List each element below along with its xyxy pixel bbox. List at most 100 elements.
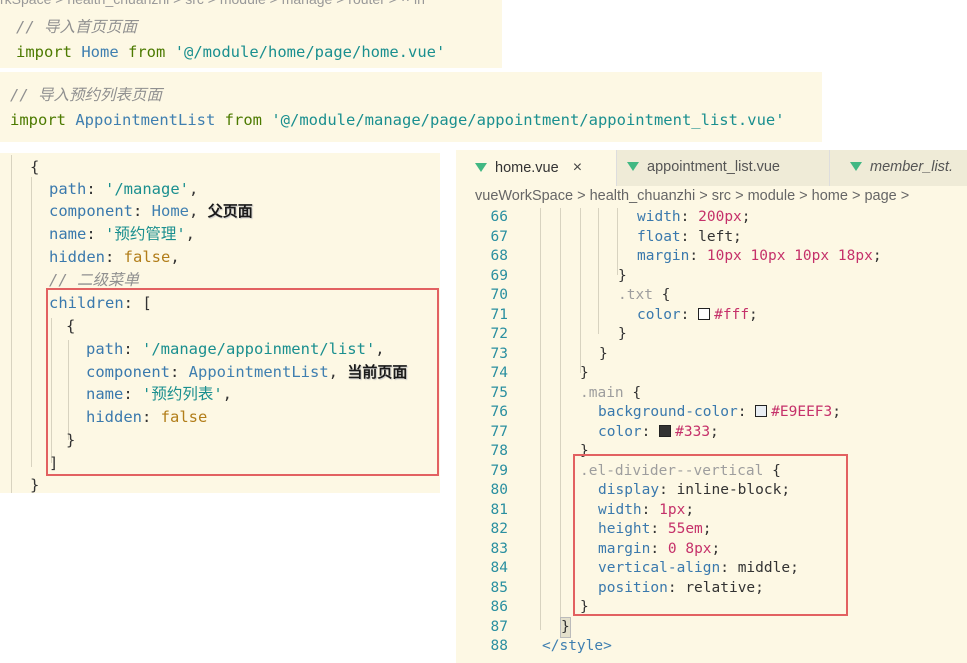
css-value: 18 <box>837 248 856 264</box>
line-number: 66 <box>490 209 508 225</box>
line-number: 75 <box>490 384 508 401</box>
tab-member-list[interactable]: member_list. <box>829 150 967 186</box>
import-home-line: import Home from '@/module/home/page/hom… <box>16 42 445 62</box>
line-number: 85 <box>490 579 508 596</box>
open-brace: { <box>661 287 671 303</box>
css-value: 10 <box>706 248 725 264</box>
line-number: 68 <box>490 248 508 264</box>
code-line-74: } <box>580 365 589 381</box>
css-property: width <box>637 209 681 225</box>
divider-rule-highlight-box <box>573 454 848 616</box>
comment-submenu: // 二级菜单 <box>49 271 139 289</box>
line-number: 77 <box>490 423 508 440</box>
code-line-69: } <box>618 267 627 284</box>
import-keyword: import <box>16 43 72 61</box>
css-property: background-color <box>598 404 738 420</box>
import-appointment-line: import AppointmentList from '@/module/ma… <box>10 110 785 130</box>
route-open-brace: { <box>30 158 40 176</box>
code-line-71: color: #fff; <box>637 306 758 323</box>
line-number: 78 <box>490 443 508 459</box>
tab-label: home.vue <box>495 160 559 176</box>
css-value: 10 <box>794 248 812 264</box>
code-line-68: margin: 10px 10px 10px 18px; <box>637 248 882 264</box>
css-property: color <box>598 423 642 440</box>
css-property: margin <box>637 248 690 264</box>
code-line-67: float: left; <box>637 228 742 245</box>
route-path-line: path: '/manage', <box>49 180 199 198</box>
appointment-identifier: AppointmentList <box>75 111 216 129</box>
color-swatch-icon[interactable] <box>755 405 768 417</box>
line-number: 87 <box>490 618 508 635</box>
path-key: path <box>49 180 87 198</box>
line-number: 80 <box>490 482 508 498</box>
open-brace: { <box>632 384 642 401</box>
css-unit: px <box>724 209 742 225</box>
line-number: 84 <box>490 560 508 576</box>
line-number: 82 <box>490 521 508 537</box>
import-appointment-snippet: // 导入预约列表页面 import AppointmentList from … <box>0 72 822 142</box>
line-number: 70 <box>490 287 508 303</box>
vue-file-icon <box>850 161 862 171</box>
css-value: #fff <box>714 306 750 323</box>
color-swatch-icon[interactable] <box>659 424 672 437</box>
code-line-87: } <box>560 616 571 638</box>
tab-bar: home.vue × appointment_list.vue member_l… <box>456 150 967 186</box>
indent-guide <box>11 155 12 493</box>
code-line-75: .main { <box>580 384 641 404</box>
css-unit: px <box>811 248 830 264</box>
home-identifier: Home <box>81 43 119 61</box>
code-line-72: } <box>618 326 627 342</box>
import-keyword: import <box>10 111 66 129</box>
code-line-76: background-color: #E9EEF3; <box>598 404 841 420</box>
hidden-key: hidden <box>49 248 105 266</box>
from-keyword: from <box>224 111 262 129</box>
tab-home-vue[interactable]: home.vue × <box>456 150 616 186</box>
tab-label: appointment_list.vue <box>647 159 780 175</box>
css-unit: px <box>724 248 742 264</box>
line-number: 67 <box>490 228 508 245</box>
css-value: #333 <box>675 423 711 440</box>
indent-guide <box>598 208 599 334</box>
comment-import-appointment: // 导入预约列表页面 <box>10 86 162 104</box>
indent-guide <box>31 177 32 467</box>
line-number: 69 <box>490 267 508 284</box>
code-line-70: .txt { <box>618 286 670 306</box>
component-key: component <box>49 202 133 220</box>
import-home-snippet: rkSpace > health_chuanzhi > src > module… <box>0 0 502 68</box>
line-number: 76 <box>490 404 508 420</box>
css-selector: .main <box>580 384 624 401</box>
line-number: 88 <box>490 638 508 654</box>
path-value: '/manage' <box>105 180 189 198</box>
css-property: color <box>637 306 681 323</box>
breadcrumb[interactable]: vueWorkSpace > health_chuanzhi > src > m… <box>475 188 909 204</box>
code-line-77: color: #333; <box>598 423 719 440</box>
import-path: '@/module/home/page/home.vue' <box>174 43 446 61</box>
line-number: 79 <box>490 462 508 479</box>
route-component-line: component: Home, 父页面 <box>49 202 253 220</box>
css-value: 10 <box>750 248 768 264</box>
line-number: 72 <box>490 326 508 342</box>
code-line-73: } <box>599 345 608 362</box>
route-name-line: name: '预约管理', <box>49 225 196 243</box>
css-selector: .txt <box>618 287 653 303</box>
tab-appointment-list-vue[interactable]: appointment_list.vue <box>616 150 828 186</box>
annotation-parent-page: 父页面 <box>207 202 253 220</box>
color-swatch-icon[interactable] <box>698 307 711 320</box>
comment-import-home: // 导入首页页面 <box>16 18 137 36</box>
indent-guide <box>617 208 618 275</box>
from-keyword: from <box>128 43 166 61</box>
css-value: left <box>698 228 734 245</box>
line-number: 83 <box>490 540 508 557</box>
close-icon[interactable]: × <box>573 159 582 176</box>
line-number: 81 <box>490 501 508 518</box>
vue-file-icon <box>627 161 639 171</box>
line-number: 71 <box>490 306 508 323</box>
tab-label: member_list. <box>870 159 953 175</box>
code-line-66: width: 200px; <box>637 209 751 225</box>
name-value: '预约管理' <box>105 225 186 243</box>
css-unit: px <box>768 248 786 264</box>
indent-guide <box>580 208 581 373</box>
code-line-88: </style> <box>542 638 612 654</box>
line-number: 86 <box>490 599 508 615</box>
route-close-brace: } <box>30 476 40 494</box>
